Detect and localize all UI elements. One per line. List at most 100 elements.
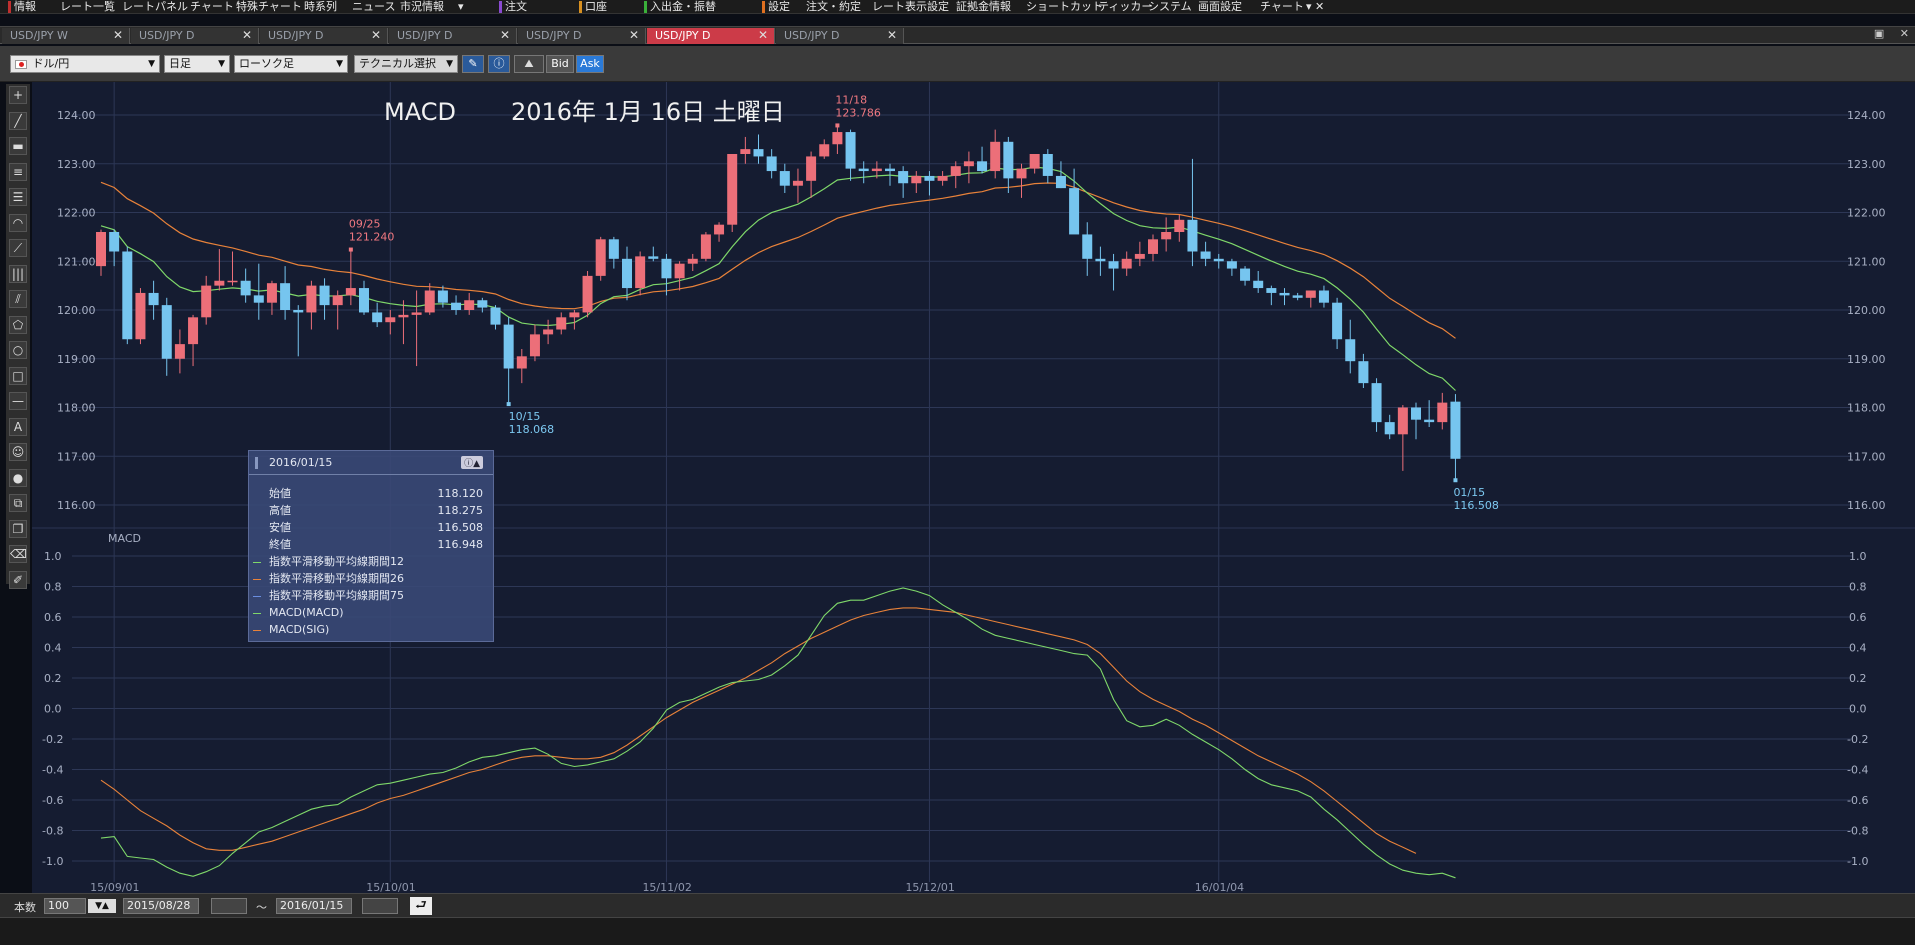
rectangle-icon[interactable]: □ [9, 366, 27, 385]
candle[interactable] [214, 249, 225, 291]
candle[interactable] [937, 171, 948, 186]
candle[interactable] [687, 253, 698, 271]
tab-close-icon[interactable]: ✕ [629, 28, 639, 43]
candle[interactable] [109, 229, 120, 267]
bid-button[interactable]: Bid [546, 55, 574, 73]
ask-button[interactable]: Ask [576, 55, 604, 73]
menu-item[interactable]: ショートカット [1026, 0, 1103, 13]
candle[interactable] [1384, 414, 1395, 440]
circle-icon[interactable]: ○ [9, 341, 27, 359]
candle[interactable] [122, 246, 133, 345]
chart-style-button[interactable]: ⛰ [514, 55, 544, 73]
arc-icon[interactable]: ◠ [9, 213, 27, 232]
candle[interactable] [1042, 149, 1053, 184]
drag-handle-icon[interactable] [255, 457, 258, 469]
from-time-field[interactable] [211, 898, 247, 914]
candle[interactable] [1318, 285, 1329, 308]
tab-close-icon[interactable]: ✕ [500, 28, 510, 43]
candle[interactable] [464, 292, 475, 315]
candle[interactable] [227, 251, 238, 286]
candle[interactable] [490, 305, 501, 330]
crosshair-icon[interactable]: + [9, 86, 27, 104]
candle[interactable] [1332, 297, 1343, 349]
period-select[interactable]: 日足 ▼ [164, 55, 230, 73]
copy-icon[interactable]: ⧉ [9, 494, 27, 512]
color-icon[interactable]: ● [9, 468, 27, 487]
candle[interactable] [635, 251, 646, 296]
candle[interactable] [148, 280, 159, 320]
candle[interactable] [1371, 378, 1382, 432]
chart-tab[interactable]: USD/JPY W ✕ [2, 28, 130, 44]
candle[interactable] [700, 232, 711, 262]
close-window-icon[interactable]: ✕ [1900, 27, 1909, 40]
candle[interactable] [806, 151, 817, 198]
refresh-icon[interactable]: ⮐ [410, 897, 432, 915]
menu-item[interactable]: 注文・約定 [806, 0, 861, 13]
candle[interactable] [766, 149, 777, 179]
menu-item[interactable]: チャート [190, 0, 234, 13]
candle[interactable] [779, 163, 790, 193]
menu-item[interactable]: 情報 [14, 0, 36, 13]
from-date-field[interactable]: 2015/08/28 [123, 898, 199, 914]
candle[interactable] [1424, 400, 1435, 427]
candle[interactable] [582, 271, 593, 318]
candle[interactable] [201, 275, 212, 325]
candle[interactable] [240, 268, 251, 303]
menu-item[interactable]: 口座 [585, 0, 607, 13]
candle[interactable] [424, 283, 435, 315]
candle[interactable] [674, 261, 685, 291]
candle[interactable] [1161, 217, 1172, 252]
candle[interactable] [1121, 251, 1132, 276]
candle[interactable] [293, 305, 304, 357]
candle[interactable] [832, 125, 843, 154]
candle[interactable] [608, 236, 619, 269]
menu-item[interactable]: システム [1148, 0, 1192, 13]
tab-close-icon[interactable]: ✕ [758, 28, 768, 43]
menu-item[interactable]: 設定 [768, 0, 790, 13]
chart-tab[interactable]: USD/JPY D ✕ [260, 28, 388, 44]
candle[interactable] [727, 154, 738, 232]
candle[interactable] [648, 246, 659, 262]
emoji-icon[interactable]: ☺ [9, 443, 27, 461]
menu-item[interactable]: 特殊チャート [236, 0, 302, 13]
candle[interactable] [556, 312, 567, 335]
candle[interactable] [1148, 234, 1158, 262]
menu-item[interactable]: 画面設定 [1198, 0, 1242, 13]
candle[interactable] [135, 288, 146, 345]
candle[interactable] [714, 222, 725, 242]
candle[interactable] [503, 317, 514, 405]
menu-close-icon[interactable]: ▾ ✕ [1306, 0, 1324, 13]
candle[interactable] [1108, 253, 1119, 291]
candle[interactable] [963, 151, 974, 184]
tab-close-icon[interactable]: ✕ [242, 28, 252, 43]
info-button[interactable]: ⓘ [488, 55, 510, 73]
chart-tab[interactable]: USD/JPY D ✕ [518, 28, 646, 44]
candle[interactable] [622, 246, 632, 301]
candle[interactable] [1082, 222, 1093, 276]
vlines-icon[interactable]: ||| [9, 264, 27, 283]
candle[interactable] [1305, 290, 1316, 308]
candle[interactable] [950, 161, 961, 189]
candle[interactable] [1397, 405, 1408, 471]
candle[interactable] [1266, 285, 1277, 306]
candle[interactable] [753, 134, 764, 164]
pentagon-icon[interactable]: ⬠ [9, 315, 27, 334]
candle[interactable] [1226, 258, 1237, 276]
menu-item[interactable]: レート一覧 [60, 0, 115, 13]
candle[interactable] [1450, 394, 1461, 481]
candle[interactable] [1279, 288, 1290, 306]
candle[interactable] [1016, 163, 1027, 198]
line-icon[interactable]: ╱ [9, 111, 27, 130]
candle[interactable] [1174, 214, 1185, 242]
hlines-icon[interactable]: ≡ [9, 162, 27, 181]
candle[interactable] [398, 300, 409, 345]
candle[interactable] [819, 139, 830, 159]
layers-icon[interactable]: ❐ [9, 519, 27, 538]
count-input[interactable]: 100 [44, 898, 86, 914]
chart-tab[interactable]: USD/JPY D ✕ [647, 28, 775, 44]
to-date-field[interactable]: 2016/01/15 [276, 898, 352, 914]
technical-select[interactable]: テクニカル選択 ▼ [354, 55, 458, 73]
candle[interactable] [569, 310, 580, 330]
candle[interactable] [740, 136, 751, 164]
candle[interactable] [1095, 246, 1106, 276]
